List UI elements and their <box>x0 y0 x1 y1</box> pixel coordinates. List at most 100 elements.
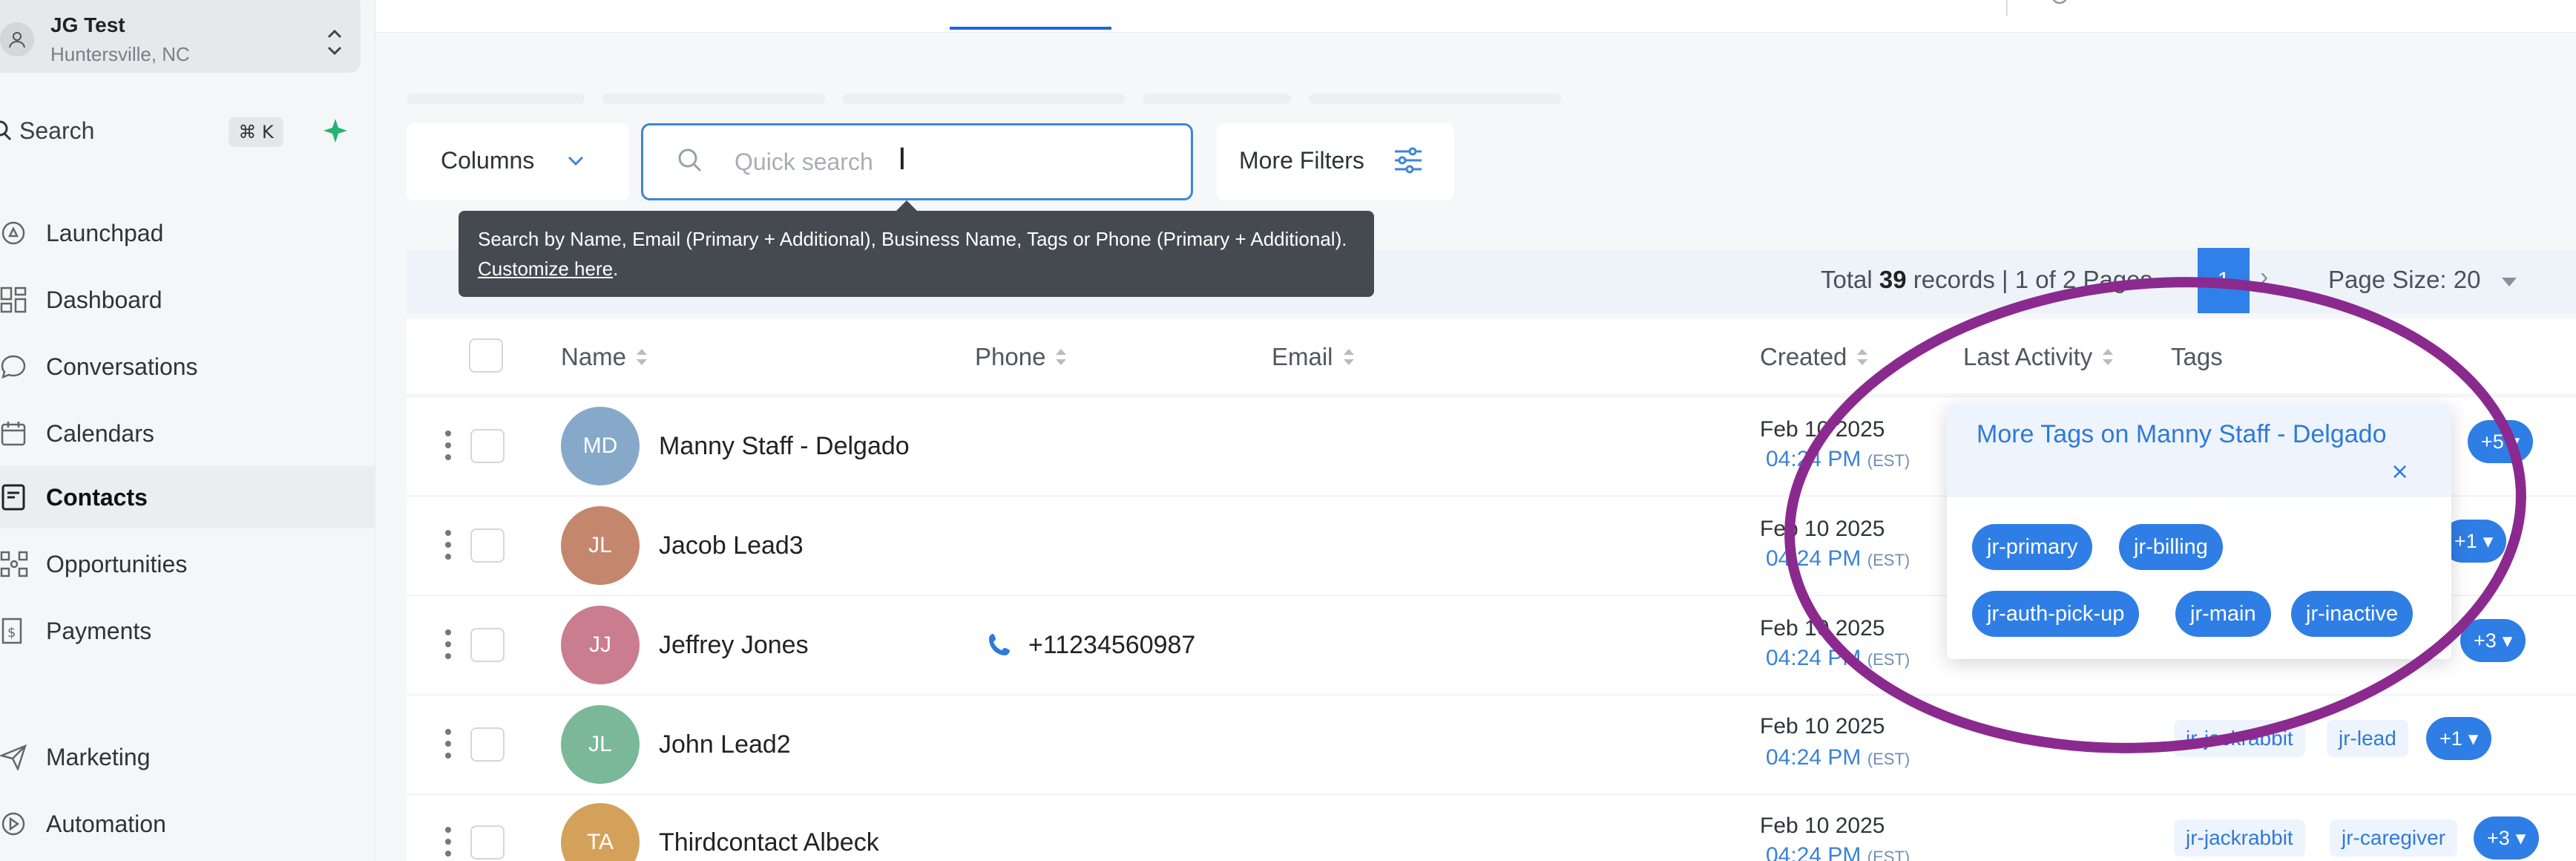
more-tags-button[interactable]: +5 ▾ <box>2468 420 2534 463</box>
created-date: Feb 10 2025 <box>1760 714 1885 739</box>
send-icon <box>0 726 46 788</box>
table-header <box>407 319 2576 393</box>
caret-down-icon: ▾ <box>2468 727 2479 750</box>
sidebar-item-label: Automation <box>46 810 166 837</box>
column-header-email[interactable]: Email <box>1272 343 1357 371</box>
sidebar-item-payments[interactable]: $ Payments <box>0 600 375 662</box>
tab-active-underline <box>950 27 1111 30</box>
divider <box>2006 0 2008 16</box>
caret-down-icon: ▾ <box>2509 430 2520 453</box>
drag-handle-icon[interactable] <box>444 824 453 860</box>
tooltip-arrow <box>896 200 917 211</box>
row-checkbox[interactable] <box>470 528 505 563</box>
contact-name[interactable]: John Lead2 <box>659 730 791 759</box>
sort-icon <box>1857 349 1868 365</box>
sidebar-item-automation[interactable]: Automation <box>0 793 375 855</box>
drag-handle-icon[interactable] <box>444 626 453 662</box>
dashboard-icon <box>0 269 46 331</box>
drag-handle-icon[interactable] <box>444 428 453 463</box>
chevron-updown-icon[interactable] <box>323 19 346 64</box>
account-name: JG Test <box>50 13 125 36</box>
customize-link[interactable]: Customize here <box>478 258 613 280</box>
contact-name[interactable]: Jacob Lead3 <box>659 531 804 560</box>
contact-name[interactable]: Manny Staff - Delgado <box>659 432 910 461</box>
column-header-created[interactable]: Created <box>1760 343 1870 371</box>
tag-pill[interactable]: jr-auth-pick-up <box>1972 591 2140 637</box>
chat-icon <box>0 335 46 398</box>
more-tags-button[interactable]: +3 ▾ <box>2460 619 2526 662</box>
row-checkbox[interactable] <box>470 825 505 860</box>
column-header-name[interactable]: Name <box>561 343 650 371</box>
sidebar-item-calendars[interactable]: Calendars <box>0 402 375 465</box>
created-date: Feb 10 2025 <box>1760 616 1885 641</box>
row-checkbox[interactable] <box>470 727 505 762</box>
sidebar: JG Test Huntersville, NC Search ⌘ K Laun… <box>0 0 375 861</box>
total-records: Total 39 records | 1 of 2 Pages <box>1821 266 2153 293</box>
filter-chips-blurred <box>407 88 1698 110</box>
search-label: Search <box>19 117 95 144</box>
tag-chip[interactable]: jr-jackrabbit <box>2174 720 2305 757</box>
sidebar-item-label: Opportunities <box>46 550 188 577</box>
contacts-icon <box>0 466 46 528</box>
sparkle-icon[interactable] <box>321 116 350 145</box>
rocket-icon <box>0 202 46 264</box>
close-icon[interactable]: × <box>2391 459 2409 485</box>
row-checkbox[interactable] <box>470 429 505 463</box>
drag-handle-icon[interactable] <box>444 726 453 762</box>
search-icon <box>0 120 12 141</box>
contact-name[interactable]: Jeffrey Jones <box>659 631 809 660</box>
user-icon <box>0 22 34 56</box>
chevron-down-icon <box>568 156 584 166</box>
created-time: 04:24 PM (EST) <box>1766 843 1910 861</box>
popover-header <box>1947 404 2451 497</box>
tag-chip[interactable]: jr-jackrabbit <box>2174 819 2305 857</box>
contact-name[interactable]: Thirdcontact Albeck <box>659 828 879 857</box>
sidebar-search[interactable]: Search ⌘ K <box>0 108 304 154</box>
page-button-current[interactable]: 1 <box>2198 248 2250 313</box>
avatar: JJ <box>561 606 640 684</box>
tag-pill[interactable]: jr-billing <box>2119 524 2223 570</box>
sidebar-item-label: Marketing <box>46 743 151 770</box>
avatar: JL <box>561 506 640 585</box>
created-date: Feb 10 2025 <box>1760 417 1885 442</box>
next-page-icon[interactable]: › <box>2260 263 2268 292</box>
drag-handle-icon[interactable] <box>444 527 453 563</box>
more-tags-button[interactable]: +3 ▾ <box>2474 816 2540 860</box>
phone-number[interactable]: +11234560987 <box>1028 631 1195 660</box>
tag-pill[interactable]: jr-primary <box>1972 524 2093 570</box>
column-header-phone[interactable]: Phone <box>975 343 1069 371</box>
calendar-icon <box>0 402 46 465</box>
column-header-tags: Tags <box>2171 343 2223 370</box>
text-cursor-icon: I <box>898 143 907 177</box>
sidebar-item-conversations[interactable]: Conversations <box>0 335 375 398</box>
payments-icon: $ <box>0 600 46 662</box>
sidebar-item-launchpad[interactable]: Launchpad <box>0 202 375 264</box>
select-all-checkbox[interactable] <box>469 338 503 373</box>
phone-icon <box>989 634 1010 655</box>
sidebar-item-opportunities[interactable]: Opportunities <box>0 533 375 595</box>
search-icon <box>678 148 702 172</box>
page-size-select[interactable]: Page Size: 20 <box>2328 266 2480 294</box>
caret-down-icon: ▾ <box>2502 629 2513 652</box>
sort-icon <box>2103 349 2114 365</box>
sidebar-item-dashboard[interactable]: Dashboard <box>0 269 375 331</box>
tag-pill[interactable]: jr-main <box>2175 591 2271 637</box>
created-time: 04:24 PM (EST) <box>1766 646 1910 670</box>
tag-chip[interactable]: jr-caregiver <box>2330 819 2458 857</box>
created-time: 04:24 PM (EST) <box>1766 447 1910 471</box>
columns-label: Columns <box>441 147 535 174</box>
tag-pill[interactable]: jr-inactive <box>2291 591 2414 637</box>
sidebar-item-label: Dashboard <box>46 286 162 313</box>
tag-chip[interactable]: jr-lead <box>2327 720 2408 757</box>
quick-search-input[interactable] <box>735 145 1150 178</box>
sidebar-item-contacts[interactable]: Contacts <box>0 466 375 528</box>
sidebar-item-marketing[interactable]: Marketing <box>0 726 375 788</box>
svg-text:$: $ <box>7 625 16 641</box>
gear-icon[interactable] <box>2045 0 2074 10</box>
column-header-last-activity[interactable]: Last Activity <box>1963 343 2116 371</box>
row-checkbox[interactable] <box>470 628 505 662</box>
more-tags-button[interactable]: +1 ▾ <box>2426 717 2492 760</box>
caret-down-icon: ▾ <box>2483 529 2494 552</box>
more-filters-label: More Filters <box>1239 147 1364 174</box>
search-shortcut: ⌘ K <box>229 117 283 147</box>
